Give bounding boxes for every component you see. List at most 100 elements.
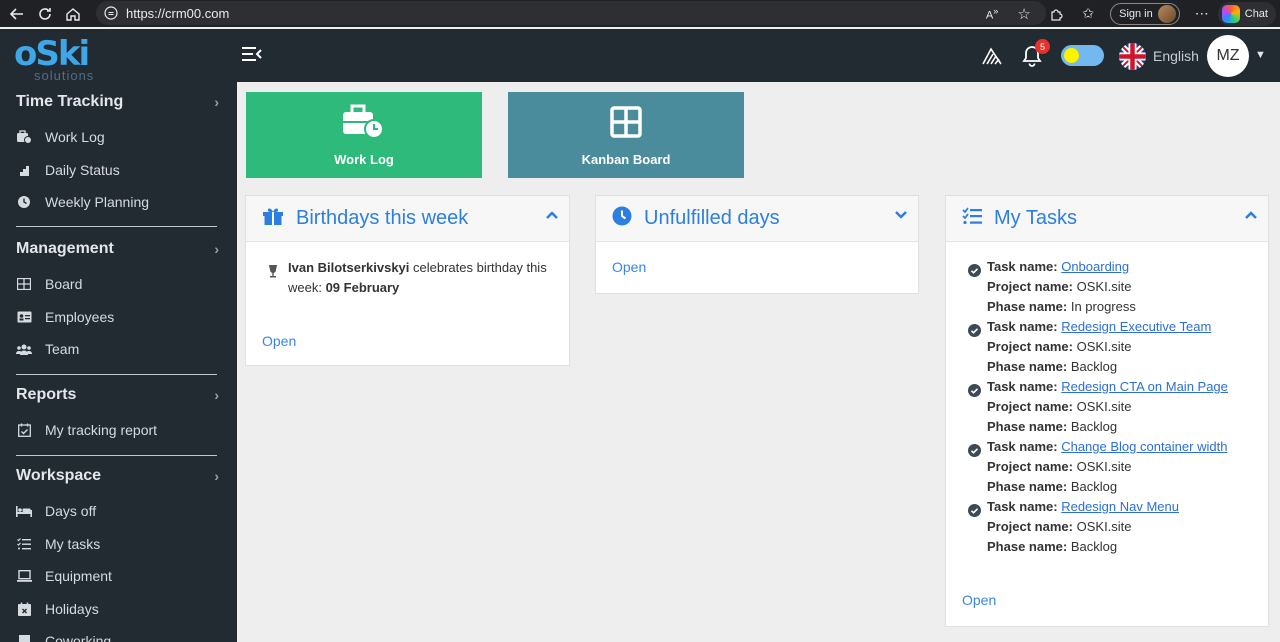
- calendar-check-icon: [16, 422, 32, 438]
- task-link[interactable]: Change Blog container width: [1061, 439, 1227, 454]
- back-icon[interactable]: [6, 3, 28, 25]
- chevron-right-icon: ›: [214, 387, 219, 403]
- grid-icon: [16, 276, 32, 292]
- reload-icon[interactable]: [34, 3, 56, 25]
- sidebar-item-board[interactable]: Board: [16, 276, 82, 292]
- sidebar-section-workspace[interactable]: Workspace ›: [16, 467, 219, 485]
- users-icon: [16, 341, 32, 357]
- sidebar-item-holidays[interactable]: Holidays: [16, 601, 99, 617]
- chevron-up-icon[interactable]: [1244, 208, 1258, 227]
- favorite-star-icon[interactable]: ☆: [1012, 2, 1036, 26]
- language-selector[interactable]: English: [1153, 48, 1199, 64]
- card-header: My Tasks: [946, 196, 1268, 242]
- briefcase-clock-icon: [16, 129, 32, 145]
- home-icon[interactable]: [62, 3, 84, 25]
- sidebar-item-equipment[interactable]: Equipment: [16, 568, 112, 584]
- menu-collapse-icon[interactable]: [241, 45, 263, 65]
- bed-icon: [16, 503, 32, 519]
- sidebar: oSki solutions Time Tracking › Work Log …: [0, 29, 237, 642]
- favorites-icon[interactable]: ✩: [1076, 2, 1100, 26]
- check-circle-icon: [968, 323, 981, 343]
- task-link[interactable]: Redesign Nav Menu: [1061, 499, 1179, 514]
- browser-toolbar: https://crm00.com A» ☆ ✩ Sign in ⋯ Chat: [0, 0, 1280, 27]
- briefcase-clock-icon: [341, 104, 387, 140]
- stairs-icon: [16, 162, 32, 178]
- user-avatar[interactable]: MZ: [1207, 35, 1249, 77]
- browser-avatar: [1157, 4, 1176, 23]
- card-title: Unfulfilled days: [644, 207, 780, 229]
- card-header: Birthdays this week: [246, 196, 569, 242]
- sidebar-divider: [16, 455, 217, 456]
- laptop-icon: [16, 568, 32, 584]
- top-header: 5 English MZ ▼: [237, 29, 1280, 82]
- sidebar-section-time-tracking[interactable]: Time Tracking ›: [16, 93, 219, 111]
- unfulfilled-days-card: Unfulfilled days Open: [595, 195, 919, 294]
- chevron-up-icon[interactable]: [545, 208, 559, 227]
- sidebar-item-work-log[interactable]: Work Log: [16, 129, 105, 145]
- sidebar-item-days-off[interactable]: Days off: [16, 503, 96, 519]
- caret-down-icon[interactable]: ▼: [1255, 49, 1266, 61]
- birthday-entry: Ivan Bilotserkivskyi celebrates birthday…: [288, 260, 547, 295]
- clock-icon: [16, 194, 32, 210]
- notification-bell-icon[interactable]: 5: [1020, 39, 1050, 69]
- grid-icon: [610, 104, 642, 140]
- chevron-right-icon: ›: [214, 241, 219, 257]
- signal-icon[interactable]: [980, 43, 1004, 69]
- sidebar-item-my-tracking-report[interactable]: My tracking report: [16, 422, 157, 438]
- chevron-right-icon: ›: [214, 468, 219, 484]
- sidebar-item-daily-status[interactable]: Daily Status: [16, 162, 120, 178]
- uk-flag-icon[interactable]: [1119, 43, 1146, 70]
- sign-in-button[interactable]: Sign in: [1110, 2, 1180, 25]
- logo[interactable]: oSki solutions: [14, 37, 114, 83]
- sidebar-item-my-tasks[interactable]: My tasks: [16, 536, 100, 552]
- task-link[interactable]: Redesign Executive Team: [1061, 319, 1211, 334]
- chevron-down-icon[interactable]: [894, 208, 908, 227]
- task-item: Task name: Onboarding Project name: OSKI…: [968, 257, 1136, 317]
- card-title: My Tasks: [994, 207, 1077, 229]
- check-circle-icon: [968, 383, 981, 403]
- copilot-icon: [1221, 4, 1240, 23]
- check-circle-icon: [968, 263, 981, 283]
- task-item: Task name: Redesign CTA on Main Page Pro…: [968, 377, 1228, 437]
- check-circle-icon: [968, 443, 981, 463]
- card-title: Birthdays this week: [296, 207, 469, 229]
- birthdays-card: Birthdays this week Ivan Bilotserkivskyi…: [245, 195, 570, 366]
- sidebar-item-coworking[interactable]: Coworking: [16, 633, 111, 642]
- chevron-right-icon: ›: [214, 94, 219, 110]
- read-aloud-icon[interactable]: A»: [980, 2, 1004, 26]
- task-item: Task name: Change Blog container width P…: [968, 437, 1227, 497]
- gift-icon: [262, 206, 284, 231]
- task-item: Task name: Redesign Nav Menu Project nam…: [968, 497, 1179, 557]
- clock-icon: [612, 206, 632, 231]
- url-text: https://crm00.com: [126, 5, 230, 21]
- tasks-icon: [16, 536, 32, 552]
- task-link[interactable]: Redesign CTA on Main Page: [1061, 379, 1228, 394]
- sidebar-section-management[interactable]: Management ›: [16, 240, 219, 258]
- birthdays-open-link[interactable]: Open: [262, 333, 296, 349]
- more-options-icon[interactable]: ⋯: [1190, 2, 1214, 26]
- site-info-icon[interactable]: [104, 6, 118, 20]
- task-item: Task name: Redesign Executive Team Proje…: [968, 317, 1211, 377]
- sidebar-divider: [16, 226, 217, 227]
- sidebar-section-reports[interactable]: Reports ›: [16, 386, 219, 404]
- sidebar-item-weekly-planning[interactable]: Weekly Planning: [16, 194, 149, 210]
- unfulfilled-open-link[interactable]: Open: [612, 259, 646, 275]
- card-header: Unfulfilled days: [596, 196, 918, 242]
- wine-glass-icon: [268, 264, 278, 283]
- copilot-chat-button[interactable]: Chat: [1217, 1, 1276, 26]
- sidebar-item-employees[interactable]: Employees: [16, 309, 114, 325]
- toggle-knob: [1064, 48, 1079, 63]
- address-bar[interactable]: https://crm00.com: [96, 1, 1046, 25]
- tasks-icon: [962, 207, 982, 230]
- my-tasks-card: My Tasks Task name: Onboarding Project n…: [945, 195, 1269, 627]
- sidebar-item-team[interactable]: Team: [16, 341, 79, 357]
- building-icon: [16, 633, 32, 642]
- calendar-x-icon: [16, 601, 32, 617]
- kanban-board-tile[interactable]: Kanban Board: [508, 92, 744, 178]
- sidebar-divider: [16, 374, 217, 375]
- task-link[interactable]: Onboarding: [1061, 259, 1129, 274]
- extensions-icon[interactable]: [1044, 2, 1068, 26]
- tasks-open-link[interactable]: Open: [962, 592, 996, 608]
- theme-toggle[interactable]: [1061, 45, 1104, 66]
- work-log-tile[interactable]: Work Log: [246, 92, 482, 178]
